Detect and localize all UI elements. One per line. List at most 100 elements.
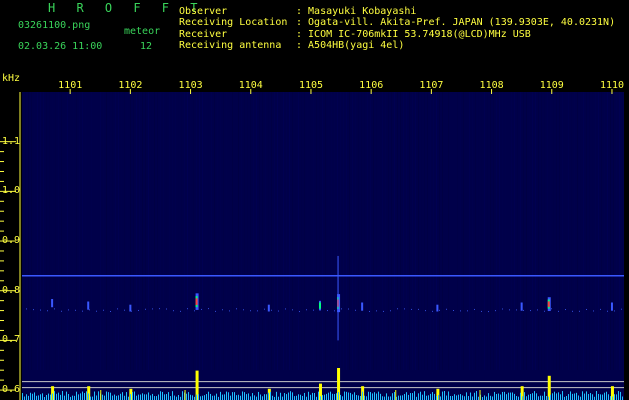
noise-column	[478, 92, 479, 370]
histogram-noise-bar	[368, 392, 369, 400]
noise-column	[607, 92, 608, 370]
noise-column	[283, 92, 284, 370]
histogram-noise-bar	[542, 396, 543, 400]
histogram-noise-bar	[560, 394, 561, 400]
noise-column	[376, 92, 377, 370]
histogram-noise-bar	[272, 396, 273, 400]
noise-column	[130, 92, 131, 370]
noise-column	[190, 92, 191, 370]
histogram-noise-bar	[494, 392, 495, 400]
histogram-noise-bar	[610, 396, 611, 400]
noise-column	[106, 92, 107, 370]
noise-column	[76, 92, 77, 370]
background-echo-dot	[292, 309, 293, 310]
background-echo-dot	[348, 309, 349, 310]
histogram-noise-bar	[292, 392, 293, 400]
histogram-noise-bar	[476, 391, 477, 400]
background-echo-dot	[474, 309, 475, 310]
background-echo-dot	[593, 310, 594, 311]
histogram-noise-bar	[438, 395, 439, 400]
noise-column	[328, 92, 329, 370]
histogram-noise-bar	[94, 392, 95, 400]
freq-tick-label: 1.0	[2, 185, 20, 196]
histogram-noise-bar	[522, 396, 523, 400]
histogram-noise-bar	[362, 392, 363, 400]
time-tick-label: 1107	[419, 80, 443, 91]
noise-column	[175, 92, 176, 370]
background-echo-dot	[621, 309, 622, 310]
freq-tick-label: 0.7	[2, 334, 20, 345]
histogram-noise-bar	[386, 393, 387, 400]
noise-column	[157, 92, 158, 370]
histogram-noise-bar	[236, 395, 237, 400]
histogram-noise-bar	[52, 393, 53, 400]
noise-column	[307, 92, 308, 370]
histogram-noise-bar	[430, 394, 431, 400]
histogram-noise-bar	[354, 392, 355, 400]
meteor-echo-halo	[129, 305, 131, 312]
noise-column	[379, 92, 380, 370]
time-tick-label: 1104	[239, 80, 263, 91]
histogram-noise-bar	[414, 391, 415, 400]
histogram-noise-bar	[378, 392, 379, 400]
background-echo-dot	[509, 309, 510, 310]
background-echo-dot	[446, 309, 447, 310]
histogram-noise-bar	[418, 393, 419, 400]
background-echo-dot	[82, 311, 83, 312]
histogram-noise-bar	[458, 395, 459, 400]
noise-column	[541, 92, 542, 370]
histogram-noise-bar	[588, 394, 589, 400]
histogram-noise-bar	[398, 396, 399, 400]
background-echo-dot	[264, 309, 265, 310]
histogram-minor-peak	[395, 390, 396, 400]
histogram-noise-bar	[442, 392, 443, 400]
histogram-noise-bar	[324, 395, 325, 400]
histogram-noise-bar	[86, 391, 87, 400]
histogram-noise-bar	[554, 392, 555, 400]
histogram-noise-bar	[248, 393, 249, 400]
histogram-noise-bar	[110, 393, 111, 400]
histogram-noise-bar	[74, 396, 75, 400]
histogram-noise-bar	[420, 392, 421, 400]
histogram-noise-bar	[246, 394, 247, 400]
noise-column	[139, 92, 140, 370]
meteor-echo-core	[196, 298, 198, 305]
histogram-noise-bar	[264, 394, 265, 400]
histogram-noise-bar	[112, 396, 113, 400]
noise-column	[322, 92, 323, 370]
histogram-noise-bar	[162, 392, 163, 400]
histogram-noise-bar	[270, 392, 271, 400]
histogram-noise-bar	[410, 393, 411, 400]
background-echo-dot	[397, 308, 398, 309]
histogram-noise-bar	[550, 395, 551, 400]
background-echo-dot	[467, 310, 468, 311]
background-echo-dot	[502, 308, 503, 309]
noise-column	[178, 92, 179, 370]
histogram-noise-bar	[428, 395, 429, 400]
background-echo-dot	[54, 308, 55, 309]
histogram-noise-bar	[302, 396, 303, 400]
noise-column	[229, 92, 230, 370]
background-echo-dot	[278, 311, 279, 312]
histogram-noise-bar	[488, 393, 489, 400]
noise-column	[517, 92, 518, 370]
background-echo-dot	[152, 308, 153, 309]
noise-column	[88, 92, 89, 370]
histogram-noise-bar	[226, 392, 227, 400]
histogram-noise-bar	[80, 393, 81, 400]
noise-column	[451, 92, 452, 370]
histogram-noise-bar	[602, 395, 603, 400]
noise-column	[256, 92, 257, 370]
histogram-noise-bar	[66, 392, 67, 400]
noise-column	[43, 92, 44, 370]
background-echo-dot	[516, 309, 517, 310]
histogram-noise-bar	[612, 397, 613, 400]
histogram-noise-bar	[486, 397, 487, 400]
meteor-echo-halo	[361, 303, 363, 311]
histogram-noise-bar	[288, 393, 289, 400]
noise-column	[598, 92, 599, 370]
histogram-noise-bar	[614, 394, 615, 400]
meteor-echo-halo	[87, 302, 89, 310]
histogram-noise-bar	[518, 397, 519, 400]
noise-column	[361, 92, 362, 370]
